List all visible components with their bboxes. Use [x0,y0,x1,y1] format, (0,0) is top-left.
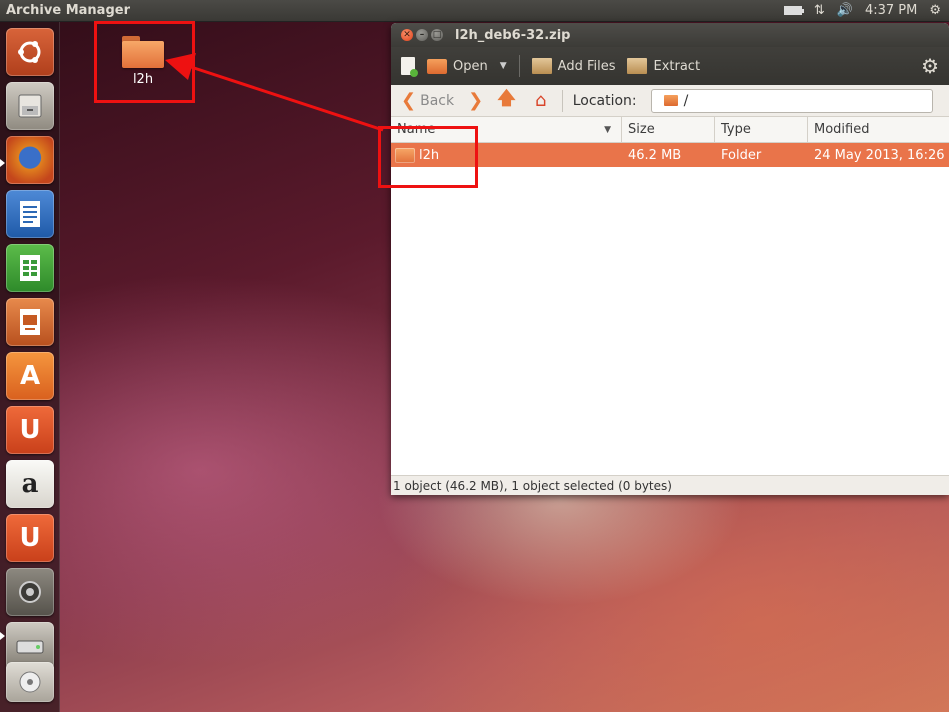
new-archive-button[interactable] [401,57,418,77]
forward-button[interactable]: ❯ [468,90,483,111]
clock[interactable]: 4:37 PM [865,3,917,18]
arrow-up-icon: 🡅 [497,87,516,109]
impress-icon[interactable] [6,298,54,346]
top-panel: Archive Manager ⇅ 🔊 4:37 PM ⚙ [0,0,949,22]
extract-button[interactable]: Extract [627,58,700,74]
add-files-icon [531,58,552,74]
ubuntu-one-icon[interactable]: U [6,406,54,454]
settings-icon[interactable] [6,568,54,616]
folder-icon [663,95,678,106]
location-label: Location: [572,92,637,109]
home-icon[interactable]: ⌂ [530,90,552,111]
amazon-icon[interactable]: a [6,460,54,508]
minimize-icon[interactable]: – [416,29,428,41]
archive-manager-window: ✕ – □ l2h_deb6-32.zip Open ▼ Add Files E… [391,23,949,495]
firefox-icon[interactable] [6,136,54,184]
chevron-left-icon: ❮ [401,90,417,111]
location-separator [561,89,563,112]
window-title: l2h_deb6-32.zip [455,27,571,43]
extract-icon [627,58,648,74]
new-archive-icon [401,57,418,77]
up-button[interactable]: 🡅 [497,86,516,116]
open-label: Open [453,58,488,74]
location-field[interactable]: / [650,88,933,113]
gear-icon[interactable]: ⚙ [921,54,939,78]
ubuntu-logo-icon[interactable] [6,28,54,76]
column-modified[interactable]: Modified [808,117,949,143]
column-type[interactable]: Type [715,116,808,143]
network-icon[interactable]: ⇅ [814,3,825,18]
window-titlebar[interactable]: ✕ – □ l2h_deb6-32.zip [391,23,949,47]
open-button[interactable]: Open [427,58,488,74]
column-size[interactable]: Size [622,116,715,143]
annotation-box-archive-folder [378,126,478,188]
battery-icon[interactable] [783,6,804,15]
shopping-bag-icon[interactable]: A [6,352,54,400]
running-indicator [0,632,5,640]
sort-down-icon: ▼ [604,124,611,135]
location-value: / [683,92,689,109]
running-indicator [0,159,5,167]
add-files-label: Add Files [557,58,616,74]
extract-label: Extract [653,58,701,74]
back-button[interactable]: ❮ Back [401,90,454,111]
annotation-box-desktop-folder [94,21,195,103]
maximize-icon[interactable]: □ [431,29,443,41]
writer-icon[interactable] [6,190,54,238]
active-app-title: Archive Manager [6,3,130,18]
disc-icon[interactable] [6,662,54,702]
add-files-button[interactable]: Add Files [531,58,616,74]
file-type: Folder [721,147,762,163]
location-bar: ❮ Back ❯ 🡅 ⌂ Location: / [391,85,949,117]
ubuntu-one-music-icon[interactable]: U [6,514,54,562]
volume-icon[interactable]: 🔊 [837,3,853,18]
folder-open-icon [427,58,447,74]
open-dropdown-icon[interactable]: ▼ [500,61,507,71]
file-cabinet-icon[interactable] [6,82,54,130]
file-size: 46.2 MB [628,147,682,163]
file-modified: 24 May 2013, 16:26 [814,147,945,163]
chevron-right-icon: ❯ [468,90,484,111]
toolbar: Open ▼ Add Files Extract ⚙ [391,47,949,85]
calc-icon[interactable] [6,244,54,292]
close-icon[interactable]: ✕ [401,29,413,41]
back-label: Back [420,92,455,109]
settings-gear-icon[interactable]: ⚙ [929,3,941,18]
indicator-area: ⇅ 🔊 4:37 PM ⚙ [783,3,949,18]
toolbar-separator [518,55,520,77]
launcher: A U a U [0,22,60,712]
status-bar: 1 object (46.2 MB), 1 object selected (0… [391,475,949,495]
